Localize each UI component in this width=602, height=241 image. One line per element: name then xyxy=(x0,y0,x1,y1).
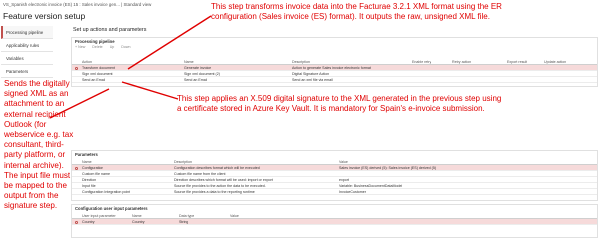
processing-pipeline-panel: Processing pipeline + New Delete Up Down… xyxy=(71,37,598,87)
sidebar-item-applicability-rules[interactable]: Applicability rules xyxy=(1,39,53,52)
row-select-radio[interactable] xyxy=(75,66,78,70)
row-name: Send an Email xyxy=(184,78,208,82)
row-value: InvoiceCustomer xyxy=(339,190,366,194)
annotation-line: signature step. xyxy=(4,201,58,211)
sidebar-item-processing-pipeline[interactable]: Processing pipeline xyxy=(1,26,53,39)
sidebar-item-variables[interactable]: Variables xyxy=(1,52,53,65)
annotation-line: configuration (Sales invoice (ES) format… xyxy=(211,12,490,21)
user-input-grid: User input parameter Name Data type Valu… xyxy=(72,213,597,225)
row-data-type: String xyxy=(179,220,189,224)
annotation-line: This step transforms invoice data into t… xyxy=(211,2,502,11)
annotation-line: consultant, third- xyxy=(4,140,64,150)
delete-button[interactable]: Delete xyxy=(92,45,102,49)
page-title: Feature version setup xyxy=(3,11,86,21)
user-input-parameters-panel: Configuration user input parameters User… xyxy=(71,204,598,238)
annotation-line: party platform, or xyxy=(4,150,66,160)
pipeline-toolbar: + New Delete Up Down xyxy=(72,45,597,50)
row-action: Send an Email xyxy=(82,78,106,82)
annotation-line: webservice e.g. tax xyxy=(4,130,74,140)
down-button[interactable]: Down xyxy=(121,45,130,49)
annotation-line: Sends the digitally xyxy=(4,79,70,88)
table-row[interactable]: Configuration Integration point Source f… xyxy=(72,189,597,195)
annotation-line: output from the xyxy=(4,191,59,201)
pipeline-title: Processing pipeline xyxy=(75,39,115,44)
annotation-line: internal archive). xyxy=(4,160,64,170)
sidebar-nav: Processing pipeline Applicability rules … xyxy=(1,26,53,78)
annotation-line: external recipient xyxy=(4,109,66,119)
annotation-sign-step: This step applies an X.509 digital signa… xyxy=(177,94,501,114)
annotation-email-step: Sends the digitally signed XML as an att… xyxy=(4,79,73,212)
row-name: Country xyxy=(132,220,145,224)
row-select-radio[interactable] xyxy=(75,220,78,224)
row-select-radio[interactable] xyxy=(75,166,78,170)
table-row[interactable]: Send an Email Send an Email Send an xml … xyxy=(72,77,597,83)
row-parameter: Country xyxy=(82,220,95,224)
annotation-line: Outlook (for xyxy=(4,119,47,129)
parameters-title: Parameters xyxy=(75,152,98,157)
row-name: Configuration Integration point xyxy=(82,190,131,194)
new-button[interactable]: + New xyxy=(75,45,85,49)
table-row[interactable]: Country Country String xyxy=(72,219,597,225)
up-button[interactable]: Up xyxy=(110,45,115,49)
sidebar-item-parameters[interactable]: Parameters xyxy=(1,65,53,78)
parameters-grid: Name Description Value Configuration Con… xyxy=(72,159,597,195)
annotation-transform-step: This step transforms invoice data into t… xyxy=(211,2,502,22)
annotation-line: a certificate stored in Azure Key Vault.… xyxy=(177,104,485,113)
row-description: Source file provides a data to the repor… xyxy=(174,190,255,194)
annotation-line: attachment to an xyxy=(4,99,65,109)
pipeline-grid: Action Name Description Enable retry Ret… xyxy=(72,59,597,83)
annotation-line: be mapped to the xyxy=(4,181,67,191)
row-description: Send an xml file via email xyxy=(292,78,333,82)
main-content: Set up actions and parameters Processing… xyxy=(69,24,601,240)
section-title: Set up actions and parameters xyxy=(73,27,147,33)
annotation-line: This step applies an X.509 digital signa… xyxy=(177,94,502,103)
annotation-line: The input file must xyxy=(4,170,71,180)
user-input-title: Configuration user input parameters xyxy=(75,206,148,211)
annotation-line: signed XML as an xyxy=(4,89,69,99)
parameters-panel: Parameters Name Description Value Config… xyxy=(71,150,598,201)
